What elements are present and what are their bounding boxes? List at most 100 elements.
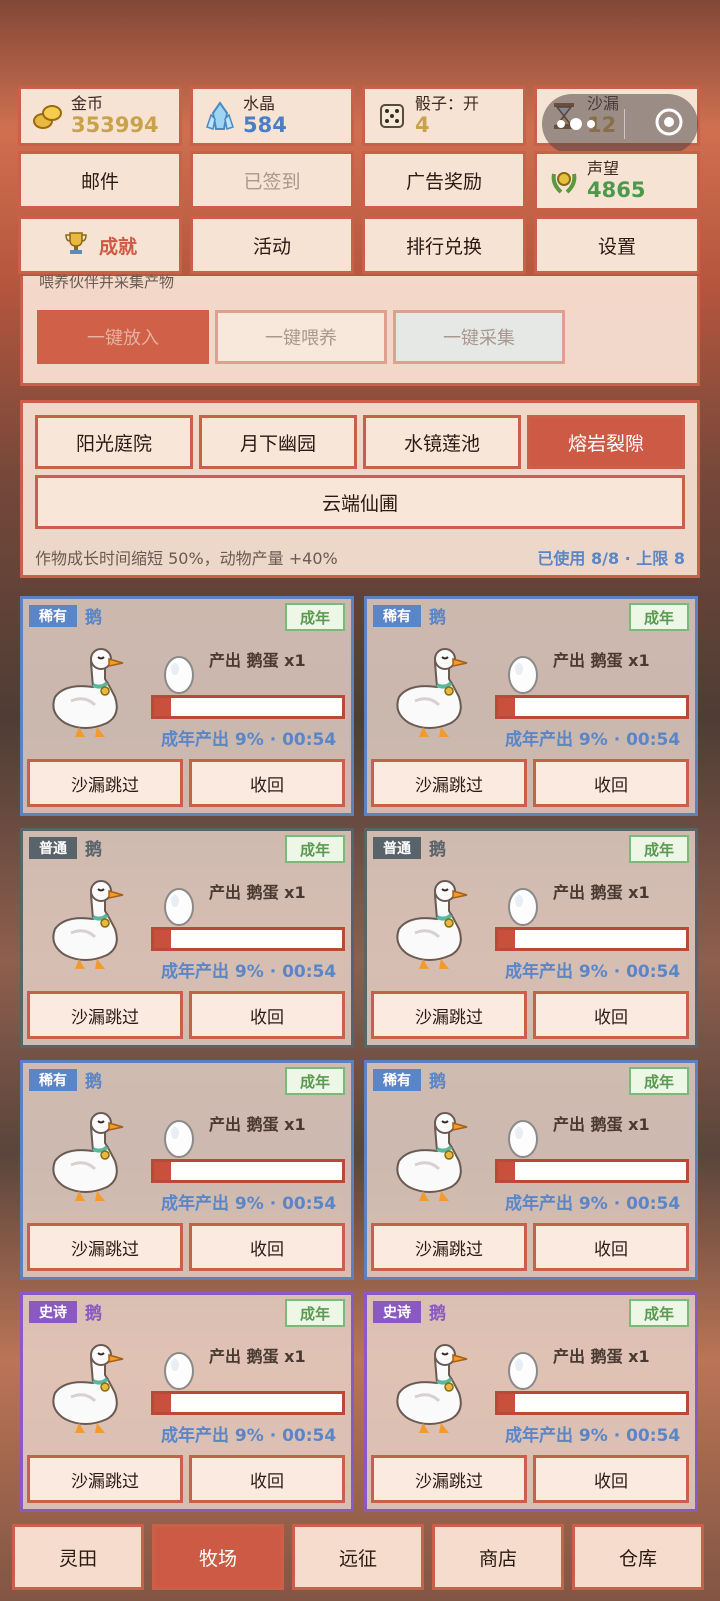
feed-hint: 喂养伙伴并采集产物	[39, 273, 175, 290]
goose-sprite	[389, 871, 473, 975]
hourglass-skip-button[interactable]: 沙漏跳过	[371, 759, 527, 807]
stage-badge: 成年	[629, 835, 689, 863]
hourglass-skip-button[interactable]: 沙漏跳过	[27, 759, 183, 807]
zone-tab-lotus-pond[interactable]: 水镜莲池	[363, 415, 521, 469]
progress-text: 成年产出 9% · 00:54	[505, 962, 681, 982]
hourglass-skip-button[interactable]: 沙漏跳过	[27, 991, 183, 1039]
nav-ranch[interactable]: 牧场	[152, 1524, 284, 1590]
output-text: 产出 鹅蛋 x1	[553, 1115, 650, 1134]
dice-value: 4	[415, 113, 430, 137]
recall-button[interactable]: 收回	[533, 1223, 689, 1271]
progress-bar	[495, 695, 689, 719]
rarity-badge: 普通	[373, 837, 421, 859]
stage-badge: 成年	[285, 835, 345, 863]
animal-name: 鹅	[85, 608, 102, 628]
zone-tab-lava-rift[interactable]: 熔岩裂隙	[527, 415, 685, 469]
animal-name: 鹅	[429, 1072, 446, 1092]
gold-label: 金币	[71, 94, 104, 113]
recall-button[interactable]: 收回	[533, 759, 689, 807]
goose-sprite	[45, 871, 129, 975]
animal-name: 鹅	[85, 1072, 102, 1092]
rarity-badge: 稀有	[29, 1069, 77, 1091]
signed-in-button[interactable]: 已签到	[190, 151, 354, 209]
nav-spirit-field[interactable]: 灵田	[12, 1524, 144, 1590]
activity-button[interactable]: 活动	[190, 216, 354, 274]
prestige-label: 声望	[587, 159, 620, 178]
feed-panel: 喂养伙伴并采集产物 一键放入 一键喂养 一键采集	[20, 273, 700, 386]
stage-badge: 成年	[285, 1067, 345, 1095]
stage-badge: 成年	[629, 1067, 689, 1095]
crystal-icon	[205, 101, 235, 131]
recall-button[interactable]: 收回	[533, 991, 689, 1039]
zone-tab-moon-garden[interactable]: 月下幽园	[199, 415, 357, 469]
feed-all-button[interactable]: 一键喂养	[215, 310, 387, 364]
achievement-button[interactable]: 成就	[18, 216, 182, 274]
animal-card: 稀有 鹅 成年 产出 鹅蛋 x1 成年产出 9% · 00:54 沙漏跳过 收回	[364, 596, 698, 816]
crystal-value: 584	[243, 113, 287, 137]
recall-button[interactable]: 收回	[533, 1455, 689, 1503]
progress-text: 成年产出 9% · 00:54	[161, 1194, 337, 1214]
stage-badge: 成年	[629, 1299, 689, 1327]
progress-text: 成年产出 9% · 00:54	[505, 1426, 681, 1446]
ad-reward-button[interactable]: 广告奖励	[362, 151, 526, 209]
goose-egg-icon	[161, 1117, 199, 1159]
output-text: 产出 鹅蛋 x1	[553, 883, 650, 902]
recall-button[interactable]: 收回	[189, 991, 345, 1039]
goose-egg-icon	[505, 653, 543, 695]
nav-warehouse[interactable]: 仓库	[572, 1524, 704, 1590]
animal-name: 鹅	[429, 840, 446, 860]
stage-badge: 成年	[629, 603, 689, 631]
mail-button[interactable]: 邮件	[18, 151, 182, 209]
goose-sprite	[45, 1103, 129, 1207]
goose-egg-icon	[161, 885, 199, 927]
nav-expedition[interactable]: 远征	[292, 1524, 424, 1590]
progress-bar	[151, 1391, 345, 1415]
animal-name: 鹅	[85, 1304, 102, 1324]
prestige-stat: 声望 4865	[534, 151, 700, 211]
collect-all-button[interactable]: 一键采集	[393, 310, 565, 364]
close-circle-icon[interactable]	[654, 107, 684, 141]
goose-sprite	[389, 639, 473, 743]
rarity-badge: 稀有	[29, 605, 77, 627]
progress-fill	[154, 698, 171, 716]
goose-egg-icon	[505, 885, 543, 927]
zone-effect: 作物成长时间缩短 50%，动物产量 +40%	[35, 549, 338, 568]
hourglass-skip-button[interactable]: 沙漏跳过	[371, 1223, 527, 1271]
laurel-medal-icon	[549, 166, 579, 196]
rank-exchange-button[interactable]: 排行兑换	[362, 216, 526, 274]
recall-button[interactable]: 收回	[189, 1455, 345, 1503]
more-dots-icon[interactable]	[556, 118, 595, 130]
output-text: 产出 鹅蛋 x1	[209, 1347, 306, 1366]
progress-bar	[495, 927, 689, 951]
recall-button[interactable]: 收回	[189, 1223, 345, 1271]
animal-name: 鹅	[429, 608, 446, 628]
trophy-icon	[63, 230, 89, 261]
goose-sprite	[389, 1335, 473, 1439]
stage-badge: 成年	[285, 1299, 345, 1327]
progress-bar	[495, 1159, 689, 1183]
goose-egg-icon	[161, 653, 199, 695]
progress-fill	[154, 1394, 171, 1412]
animal-card: 普通 鹅 成年 产出 鹅蛋 x1 成年产出 9% · 00:54 沙漏跳过 收回	[20, 828, 354, 1048]
hourglass-skip-button[interactable]: 沙漏跳过	[27, 1455, 183, 1503]
zone-tab-cloud-garden[interactable]: 云端仙圃	[35, 475, 685, 529]
zone-tab-sunny-courtyard[interactable]: 阳光庭院	[35, 415, 193, 469]
dice-stat[interactable]: 骰子：开 4	[362, 86, 526, 146]
progress-bar	[151, 695, 345, 719]
animal-name: 鹅	[85, 840, 102, 860]
output-text: 产出 鹅蛋 x1	[553, 1347, 650, 1366]
recall-button[interactable]: 收回	[189, 759, 345, 807]
progress-fill	[498, 1162, 515, 1180]
goose-egg-icon	[505, 1349, 543, 1391]
stage-badge: 成年	[285, 603, 345, 631]
dice-icon	[377, 101, 407, 131]
put-all-button[interactable]: 一键放入	[37, 310, 209, 364]
rarity-badge: 史诗	[29, 1301, 77, 1323]
hourglass-skip-button[interactable]: 沙漏跳过	[371, 1455, 527, 1503]
hourglass-skip-button[interactable]: 沙漏跳过	[27, 1223, 183, 1271]
settings-button[interactable]: 设置	[534, 216, 700, 274]
progress-text: 成年产出 9% · 00:54	[161, 1426, 337, 1446]
animal-card: 普通 鹅 成年 产出 鹅蛋 x1 成年产出 9% · 00:54 沙漏跳过 收回	[364, 828, 698, 1048]
hourglass-skip-button[interactable]: 沙漏跳过	[371, 991, 527, 1039]
nav-shop[interactable]: 商店	[432, 1524, 564, 1590]
